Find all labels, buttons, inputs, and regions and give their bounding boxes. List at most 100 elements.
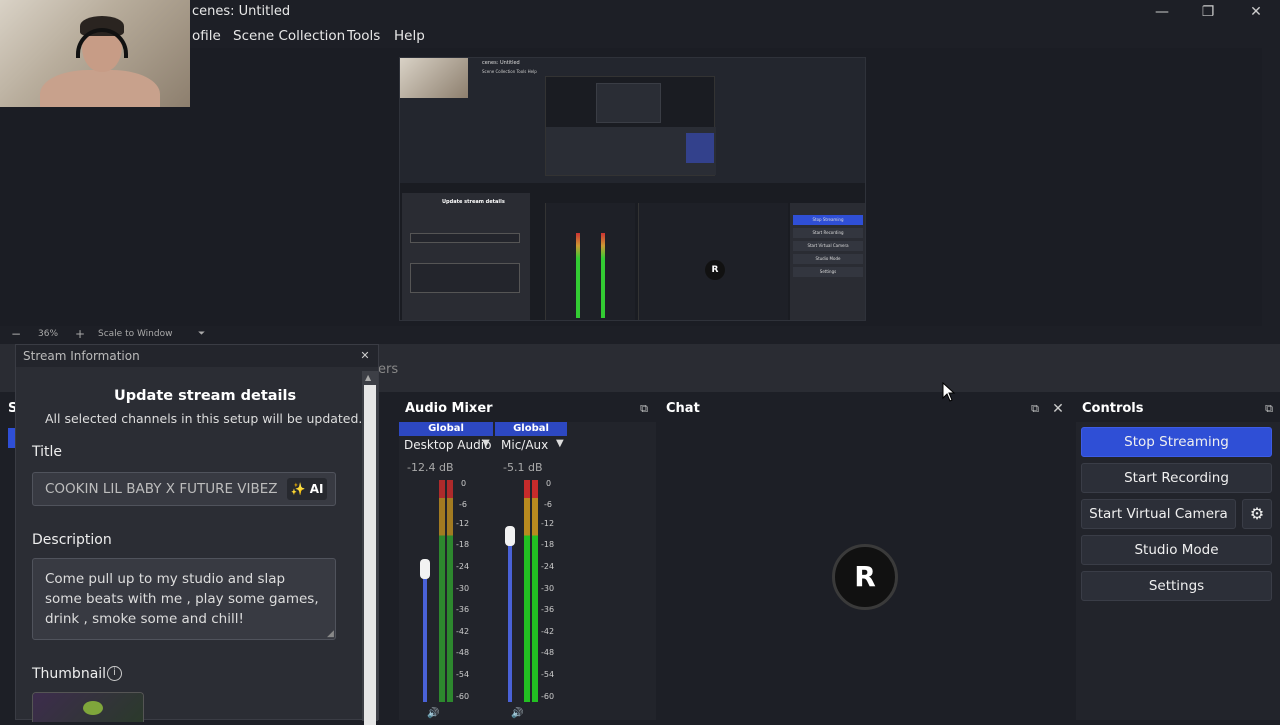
preview-controls: Stop Streaming Start Recording Start Vir… [790,203,865,320]
scale-label: -30 [541,584,555,593]
menu-tools[interactable]: Tools [347,28,380,44]
controls-title: Controls [1076,396,1280,422]
resize-handle-icon[interactable]: ◢ [327,629,334,639]
info-icon[interactable]: i [107,666,122,681]
scale-label: -48 [541,648,555,657]
scale-label: -54 [456,670,470,679]
preview-nested-controls [686,133,714,163]
scale-mode-select[interactable]: Scale to Window [98,329,172,339]
dropdown-arrow-icon[interactable]: ▼ [482,438,490,449]
preview-mini-menu: Scene Collection Tools Help [482,69,537,74]
menu-profile[interactable]: ofile [192,28,221,44]
minimize-button[interactable]: — [1142,2,1182,22]
preview-stream-panel: Update stream details [402,193,530,320]
scale-label: -24 [541,562,555,571]
chat-title: Chat [660,396,1070,422]
scrollbar-thumb[interactable] [364,385,376,725]
volume-track[interactable] [508,542,512,702]
preview-control-button: Start Recording [793,228,863,238]
channel-db: -5.1 dB [503,461,543,474]
scale-label: -18 [541,540,555,549]
scale-label: -12 [456,519,470,528]
volume-slider-handle[interactable] [420,559,430,579]
zoom-out-button[interactable]: − [11,327,21,341]
scale-label: -12 [541,519,555,528]
stream-information-header: Stream Information [16,345,378,367]
level-meter [532,480,538,702]
undock-icon[interactable]: ⧉ [1026,396,1044,422]
dock-tab-fragment[interactable]: ers [378,362,398,377]
controls-dock: Controls ⧉ Stop Streaming Start Recordin… [1076,396,1280,720]
preview-canvas[interactable]: cenes: Untitled Scene Collection Tools H… [399,57,866,321]
zoom-level: 36% [38,329,59,339]
preview-stream-description-field [410,263,520,293]
preview-nested-window [545,76,716,176]
start-virtual-camera-button[interactable]: Start Virtual Camera [1081,499,1236,529]
preview-stream-title-field [410,233,520,243]
update-stream-subheading: All selected channels in this setup will… [45,411,363,426]
scale-label: -60 [456,692,470,701]
global-tag: Global [495,422,567,436]
preview-control-button: Stop Streaming [793,215,863,225]
stream-information-panel: Stream Information ✕ ▲ Update stream det… [15,344,379,725]
thumbnail-preview[interactable] [32,692,144,722]
volume-slider-handle[interactable] [505,526,515,546]
description-textarea[interactable]: Come pull up to my studio and slap some … [32,558,336,640]
scale-label: -42 [541,627,555,636]
preview-stream-heading: Update stream details [442,199,505,205]
maximize-button[interactable]: ❐ [1188,2,1228,22]
channel-name[interactable]: Desktop Audio [404,438,491,452]
stop-streaming-button[interactable]: Stop Streaming [1081,427,1272,457]
menu-help[interactable]: Help [394,28,425,44]
scale-label: -42 [456,627,470,636]
preview-meter [601,233,605,318]
controls-body: Stop Streaming Start Recording Start Vir… [1076,422,1280,720]
settings-button[interactable]: Settings [1081,571,1272,601]
zoom-bar: − 36% + Scale to Window ⏷ [0,326,1262,344]
scale-label: -48 [456,648,470,657]
preview-control-button: Start Virtual Camera [793,241,863,251]
scroll-up-icon[interactable]: ▲ [365,373,371,382]
description-value: Come pull up to my studio and slap some … [45,571,319,627]
level-meter [447,480,453,702]
studio-mode-button[interactable]: Studio Mode [1081,535,1272,565]
sparkle-icon: ✨ [290,482,306,496]
channel-name[interactable]: Mic/Aux [501,438,548,452]
close-icon[interactable]: ✕ [358,345,372,367]
audio-mixer-dock: Audio Mixer ⧉ Global Global Desktop Audi… [399,396,656,720]
gear-icon[interactable]: ⚙ [1242,499,1272,529]
menu-scene-collection[interactable]: Scene Collection [233,28,345,44]
webcam-overlay [0,0,190,107]
scale-label: -24 [456,562,470,571]
scrollbar[interactable]: ▲ [362,371,378,725]
undock-icon[interactable]: ⧉ [635,396,653,422]
preview-meter [576,233,580,318]
scale-label: 0 [461,479,467,488]
level-meter [439,480,445,702]
left-dock-selected-item[interactable] [8,428,15,448]
scale-mode-dropdown-icon[interactable]: ⏷ [198,329,205,339]
close-icon[interactable]: ✕ [1049,396,1067,422]
preview-webcam-thumbnail [400,58,468,98]
chat-body[interactable]: R [660,422,1070,720]
speaker-icon[interactable]: 🔊 [427,708,439,719]
thumbnail-label: Thumbnail [32,666,107,682]
scale-label: -36 [541,605,555,614]
close-window-button[interactable]: ✕ [1236,2,1276,22]
level-meter [524,480,530,702]
dropdown-arrow-icon[interactable]: ▼ [556,438,564,449]
ai-button[interactable]: ✨ AI [287,478,327,500]
description-label: Description [32,532,112,548]
preview-control-button: Settings [793,267,863,277]
title-input-value: COOKIN LIL BABY X FUTURE VIBEZ [45,481,278,497]
cursor-arrow-icon [942,381,956,402]
start-recording-button[interactable]: Start Recording [1081,463,1272,493]
update-stream-heading: Update stream details [114,388,297,404]
undock-icon[interactable]: ⧉ [1260,396,1278,422]
speaker-icon[interactable]: 🔊 [511,708,523,719]
zoom-in-button[interactable]: + [75,327,85,341]
scale-label: -30 [456,584,470,593]
volume-track[interactable] [423,567,427,702]
preview-nested-preview [596,83,661,123]
scale-label: -36 [456,605,470,614]
